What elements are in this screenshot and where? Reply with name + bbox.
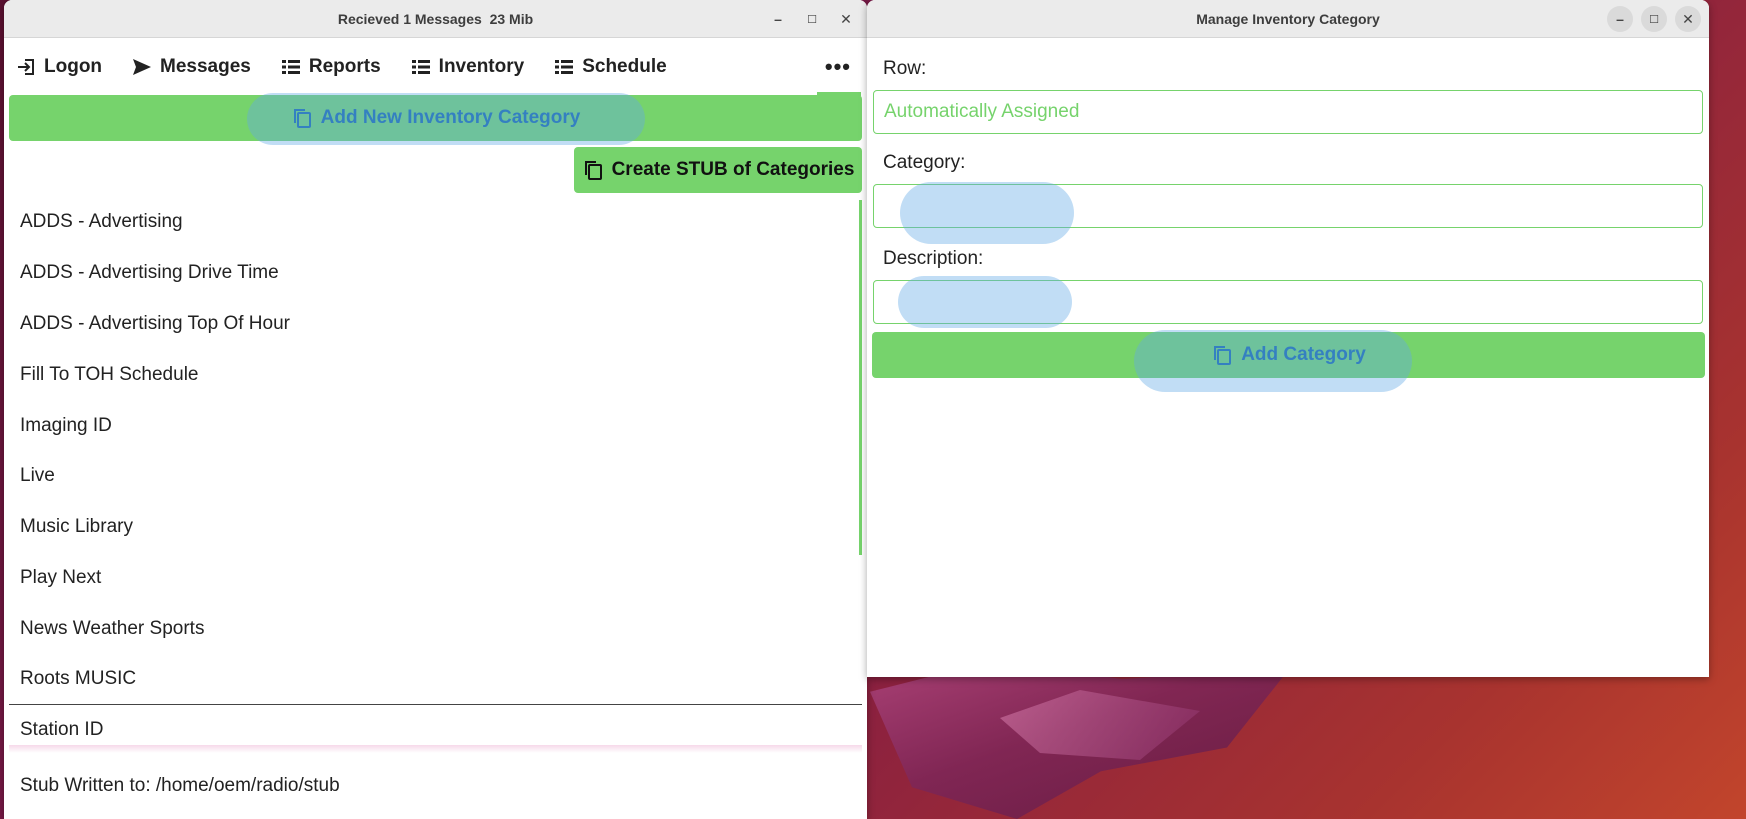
nav-logon-label: Logon xyxy=(44,56,103,77)
minimize-button[interactable]: – xyxy=(765,6,791,32)
create-stub-button[interactable]: Create STUB of Categories xyxy=(574,147,862,193)
window-controls: – ☐ ✕ xyxy=(765,0,859,38)
send-icon xyxy=(133,59,152,75)
list-item[interactable]: ADDS - Advertising xyxy=(9,197,862,248)
nav-inventory[interactable]: Inventory xyxy=(411,56,525,78)
list-item[interactable]: Music Library xyxy=(9,502,862,553)
maximize-icon: ☐ xyxy=(807,13,817,26)
list-icon xyxy=(281,60,300,74)
list-item[interactable]: ADDS - Advertising Top Of Hour xyxy=(9,299,862,350)
copy-icon xyxy=(584,161,602,180)
dialog-title: Manage Inventory Category xyxy=(1196,10,1380,27)
description-label: Description: xyxy=(883,248,984,269)
close-button[interactable]: ✕ xyxy=(833,6,859,32)
category-label: Category: xyxy=(883,152,966,173)
nav-schedule[interactable]: Schedule xyxy=(554,56,667,78)
logon-icon xyxy=(18,59,34,75)
list-item[interactable]: Roots MUSIC xyxy=(9,654,862,705)
add-new-inventory-category-label: Add New Inventory Category xyxy=(320,107,581,128)
window-controls: – ☐ ✕ xyxy=(1607,0,1701,38)
row-field[interactable] xyxy=(873,90,1703,134)
add-category-button[interactable]: Add Category xyxy=(872,330,1705,392)
main-nav: Logon Messages Reports Inventory Schedul… xyxy=(4,38,867,96)
list-item[interactable]: Fill To TOH Schedule xyxy=(9,349,862,400)
minimize-button[interactable]: – xyxy=(1607,6,1633,32)
category-list: ADDS - Advertising ADDS - Advertising Dr… xyxy=(9,197,862,756)
nav-schedule-label: Schedule xyxy=(582,56,667,77)
dialog-titlebar[interactable]: Manage Inventory Category – ☐ ✕ xyxy=(867,0,1709,38)
maximize-button[interactable]: ☐ xyxy=(1641,6,1667,32)
status-text: Stub Written to: /home/oem/radio/stub xyxy=(20,775,340,796)
minimize-icon: – xyxy=(774,11,782,27)
category-field[interactable] xyxy=(873,184,1703,228)
list-icon xyxy=(411,60,430,74)
row-label: Row: xyxy=(883,58,927,79)
nav-messages[interactable]: Messages xyxy=(132,56,251,78)
list-item[interactable]: Live xyxy=(9,451,862,502)
close-icon: ✕ xyxy=(840,10,852,27)
create-stub-label: Create STUB of Categories xyxy=(611,159,855,180)
more-menu-button[interactable]: ••• xyxy=(825,54,851,80)
list-item[interactable]: Play Next xyxy=(9,553,862,604)
nav-messages-label: Messages xyxy=(160,56,251,77)
maximize-icon: ☐ xyxy=(1649,13,1659,26)
list-icon xyxy=(555,60,574,74)
list-item[interactable]: Imaging ID xyxy=(9,400,862,451)
main-window-titlebar[interactable]: Recieved 1 Messages 23 Mib – ☐ ✕ xyxy=(4,0,867,38)
close-button[interactable]: ✕ xyxy=(1675,6,1701,32)
scrollbar[interactable] xyxy=(859,200,862,555)
nav-reports[interactable]: Reports xyxy=(281,56,381,78)
add-new-inventory-category-button[interactable]: Add New Inventory Category xyxy=(9,93,862,145)
window-title: Recieved 1 Messages 23 Mib xyxy=(337,10,534,27)
category-form: Row: Category: Description: Add Category xyxy=(867,38,1709,392)
main-window: Recieved 1 Messages 23 Mib – ☐ ✕ Logon M… xyxy=(4,0,867,819)
manage-inventory-category-dialog: Manage Inventory Category – ☐ ✕ Row: Cat… xyxy=(867,0,1709,677)
nav-logon[interactable]: Logon xyxy=(16,56,102,78)
copy-icon xyxy=(1214,346,1232,365)
description-field[interactable] xyxy=(873,280,1703,324)
list-bottom-divider xyxy=(9,745,862,753)
list-item[interactable]: ADDS - Advertising Drive Time xyxy=(9,248,862,299)
add-category-label: Add Category xyxy=(1241,344,1366,365)
copy-icon xyxy=(293,109,311,128)
close-icon: ✕ xyxy=(1682,10,1694,27)
nav-inventory-label: Inventory xyxy=(438,56,525,77)
maximize-button[interactable]: ☐ xyxy=(799,6,825,32)
minimize-icon: – xyxy=(1616,11,1624,27)
nav-reports-label: Reports xyxy=(308,56,381,77)
list-item[interactable]: News Weather Sports xyxy=(9,603,862,654)
